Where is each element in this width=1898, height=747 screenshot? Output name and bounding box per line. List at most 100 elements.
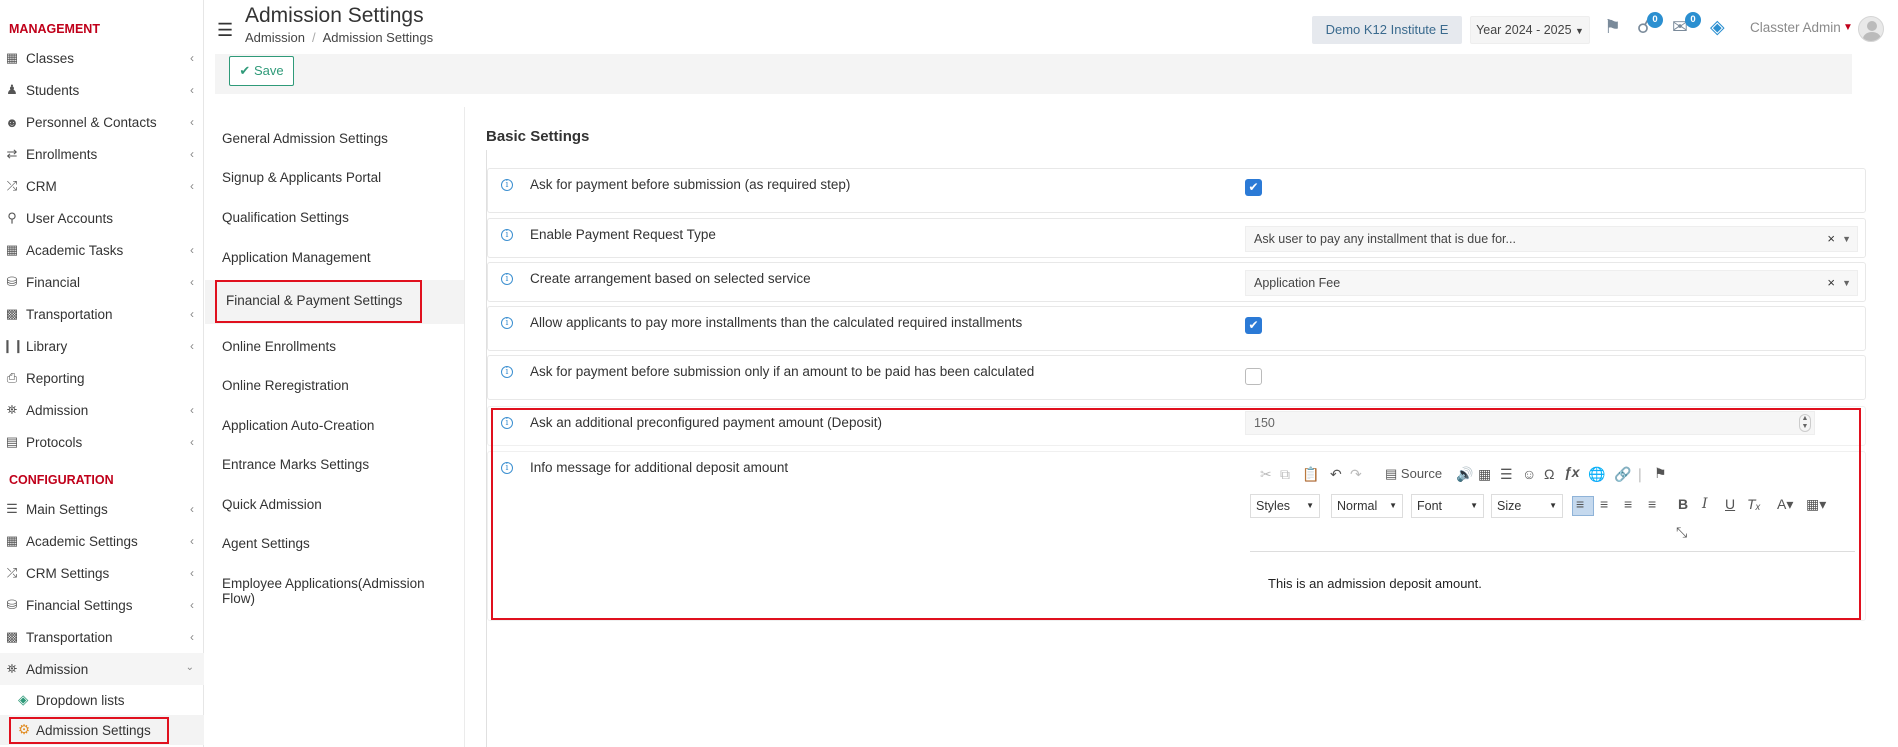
sidebar-item-reporting[interactable]: ⎙ Reporting — [0, 362, 204, 394]
number-spinner[interactable]: ▲ ▼ — [1799, 414, 1811, 432]
caret-down-icon[interactable]: ▼ — [1843, 22, 1853, 33]
omega-icon[interactable]: Ω — [1544, 466, 1554, 482]
layers-icon[interactable]: ◈ — [1710, 16, 1725, 39]
info-icon[interactable]: i — [501, 273, 513, 285]
unlink-icon[interactable]: ❘ — [1634, 466, 1646, 483]
font-dropdown[interactable]: Font ▼ — [1411, 494, 1484, 518]
smiley-icon[interactable]: ☺ — [1522, 466, 1536, 482]
arrangement-service-select[interactable]: Application Fee × ▼ — [1245, 270, 1858, 296]
format-dropdown[interactable]: Normal ▼ — [1331, 494, 1403, 518]
bold-icon[interactable]: B — [1678, 496, 1688, 512]
settings-nav-employee-applications[interactable]: Employee Applications(Admission Flow) — [222, 576, 425, 606]
align-left-icon[interactable]: ≡ — [1576, 496, 1584, 512]
info-icon[interactable]: i — [501, 417, 513, 429]
chevron-left-icon: ‹ — [190, 534, 194, 548]
sidebar-item-protocols[interactable]: ▤ Protocols ‹ — [0, 426, 204, 458]
background-color-icon[interactable]: ▦▾ — [1806, 496, 1826, 513]
redo-icon[interactable]: ↷ — [1350, 466, 1362, 483]
clear-icon[interactable]: × — [1827, 271, 1835, 295]
styles-dropdown[interactable]: Styles ▼ — [1250, 494, 1320, 518]
settings-nav-agent-settings[interactable]: Agent Settings — [222, 536, 310, 551]
user-name[interactable]: Classter Admin — [1750, 20, 1841, 35]
underline-icon[interactable]: U — [1725, 496, 1735, 512]
settings-nav-online-enrollments[interactable]: Online Enrollments — [222, 339, 336, 354]
anchor-flag-icon[interactable]: ⚑ — [1654, 465, 1667, 482]
chevron-left-icon: ‹ — [190, 243, 194, 257]
cut-icon[interactable]: ✂ — [1260, 466, 1272, 483]
editor-content[interactable]: This is an admission deposit amount. — [1268, 576, 1482, 591]
sidebar-item-students[interactable]: ♟ Students ‹ — [0, 74, 204, 106]
sidebar-item-academic-tasks[interactable]: ▦ Academic Tasks ‹ — [0, 234, 204, 266]
sidebar-item-crm[interactable]: ⤮ CRM ‹ — [0, 170, 204, 202]
clear-icon[interactable]: × — [1827, 227, 1835, 251]
source-button[interactable]: ▤ Source — [1385, 466, 1442, 482]
settings-nav-online-reregistration[interactable]: Online Reregistration — [222, 378, 349, 393]
page-title: Admission Settings — [245, 4, 424, 27]
payment-if-calculated-checkbox[interactable] — [1245, 368, 1262, 385]
info-icon[interactable]: i — [501, 462, 513, 474]
align-center-icon[interactable]: ≡ — [1600, 496, 1608, 512]
text-color-icon[interactable]: A▾ — [1777, 496, 1793, 513]
sliders-icon: ☰ — [6, 501, 18, 516]
settings-nav-entrance-marks[interactable]: Entrance Marks Settings — [222, 457, 369, 472]
save-button[interactable]: ✔ Save — [229, 56, 294, 86]
pay-more-installments-checkbox[interactable]: ✔ — [1245, 317, 1262, 334]
sidebar-item-library[interactable]: ❙❙ Library ‹ — [0, 330, 204, 362]
sidebar-item-transportation[interactable]: ▩ Transportation ‹ — [0, 298, 204, 330]
horizontal-line-icon[interactable]: ☰ — [1500, 466, 1513, 483]
payment-before-submission-checkbox[interactable]: ✔ — [1245, 179, 1262, 196]
sidebar-item-admission[interactable]: ⛯ Admission ‹ — [0, 394, 204, 426]
info-icon[interactable]: i — [501, 366, 513, 378]
italic-icon[interactable]: I — [1702, 496, 1708, 512]
sidebar-item-crm-settings[interactable]: ⤮ CRM Settings ‹ — [0, 557, 204, 589]
sidebar-subitem-label: Admission Settings — [36, 722, 151, 738]
sidebar-subitem-dropdown-lists[interactable]: ◈ Dropdown lists — [0, 685, 204, 715]
settings-nav-signup-portal[interactable]: Signup & Applicants Portal — [222, 170, 381, 185]
sidebar-item-academic-settings[interactable]: ▦ Academic Settings ‹ — [0, 525, 204, 557]
avatar[interactable] — [1858, 16, 1884, 42]
sidebar-item-personnel[interactable]: ☻ Personnel & Contacts ‹ — [0, 106, 204, 138]
paste-icon[interactable]: 📋 — [1302, 466, 1319, 483]
breadcrumb-item-admission[interactable]: Admission — [245, 30, 305, 45]
link-icon[interactable]: 🔗 — [1614, 466, 1631, 483]
maximize-icon[interactable]: ⤡ — [1676, 524, 1687, 541]
flag-icon[interactable]: ⚑ — [1604, 16, 1621, 39]
size-dropdown[interactable]: Size ▼ — [1491, 494, 1563, 518]
speaker-icon[interactable]: 🔊 — [1456, 466, 1473, 483]
info-icon[interactable]: i — [501, 179, 513, 191]
styles-label: Styles — [1256, 499, 1291, 513]
info-icon[interactable]: i — [501, 317, 513, 329]
payment-request-type-select[interactable]: Ask user to pay any installment that is … — [1245, 226, 1858, 252]
year-selector[interactable]: Year 2024 - 2025 ▼ — [1470, 16, 1590, 44]
sidebar-item-transportation-settings[interactable]: ▩ Transportation ‹ — [0, 621, 204, 653]
sidebar-item-enrollments[interactable]: ⇄ Enrollments ‹ — [0, 138, 204, 170]
align-justify-icon[interactable]: ≡ — [1648, 496, 1656, 512]
settings-nav-qualification[interactable]: Qualification Settings — [222, 210, 349, 225]
sidebar-item-user-accounts[interactable]: ⚲ User Accounts — [0, 202, 204, 234]
sidebar-item-admission-config[interactable]: ⛯ Admission ⌄ — [0, 653, 204, 685]
sidebar-item-classes[interactable]: ▦ Classes ‹ — [0, 42, 204, 74]
financial-icon: ⛁ — [6, 597, 18, 612]
remove-format-icon[interactable]: Tₓ — [1747, 496, 1761, 512]
hamburger-menu-icon[interactable]: ☰ — [217, 20, 233, 41]
sidebar-item-label: Enrollments — [26, 146, 98, 162]
sidebar-item-financial-settings[interactable]: ⛁ Financial Settings ‹ — [0, 589, 204, 621]
info-icon[interactable]: i — [501, 229, 513, 241]
management-menu: ▦ Classes ‹ ♟ Students ‹ ☻ Personnel & Contac… — [0, 42, 204, 458]
sidebar-item-financial[interactable]: ⛁ Financial ‹ — [0, 266, 204, 298]
sidebar-subitem-admission-settings[interactable]: ⚙ Admission Settings — [0, 715, 204, 745]
settings-nav-financial-payment[interactable]: Financial & Payment Settings — [226, 293, 402, 308]
copy-icon[interactable]: ⧉ — [1280, 466, 1290, 483]
undo-icon[interactable]: ↶ — [1330, 466, 1342, 483]
align-right-icon[interactable]: ≡ — [1624, 496, 1632, 512]
formula-icon[interactable]: ƒx — [1564, 464, 1580, 480]
settings-nav-application-management[interactable]: Application Management — [222, 250, 371, 265]
settings-nav-general[interactable]: General Admission Settings — [222, 131, 388, 146]
table-icon[interactable]: ▦ — [1478, 466, 1491, 483]
deposit-amount-input[interactable]: 150 ▲ ▼ — [1245, 411, 1815, 435]
settings-nav-quick-admission[interactable]: Quick Admission — [222, 497, 322, 512]
institute-selector[interactable]: Demo K12 Institute E — [1312, 16, 1462, 44]
sidebar-item-main-settings[interactable]: ☰ Main Settings ‹ — [0, 493, 204, 525]
globe-icon[interactable]: 🌐 — [1588, 466, 1605, 483]
settings-nav-auto-creation[interactable]: Application Auto-Creation — [222, 418, 374, 433]
